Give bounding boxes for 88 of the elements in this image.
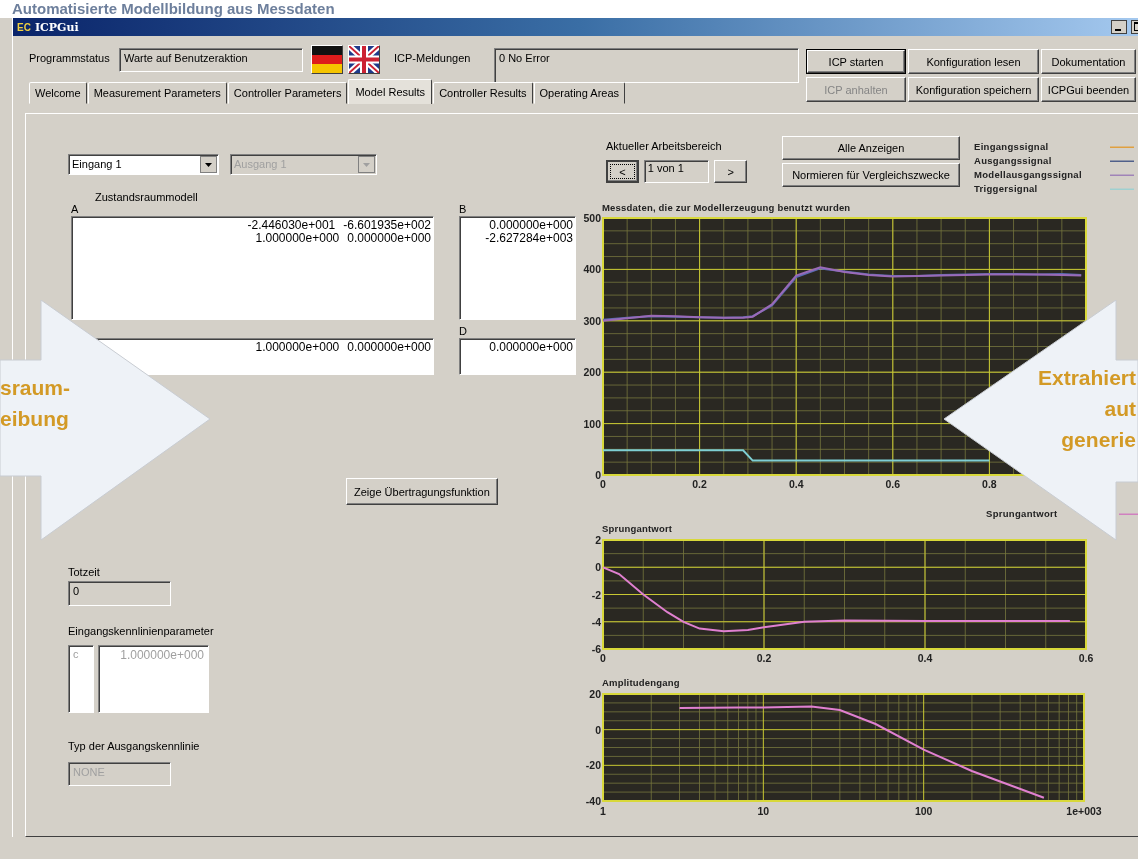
action-button[interactable]: Dokumentation [1041,49,1136,74]
callout-text: Extrahiert aut generie [1037,365,1136,453]
action-button[interactable]: ICPGui beenden [1041,77,1136,102]
dead-time-field: 0 [68,581,171,606]
tab[interactable]: Controller Results [433,82,533,104]
matrix-value: 0.000000e+000 [489,219,573,232]
axis-label: 0.2 [756,652,772,664]
dropdown[interactable]: Eingang 1 [68,154,219,175]
axis-label: 20 [589,688,601,700]
matrix-value: -6.601935e+002 [343,219,431,232]
matrix-label: B [459,203,468,216]
page-heading: Automatisierte Modellbildung aus Messdaten [0,0,1138,18]
axis-label: 400 [583,263,601,276]
axis-label: 2 [595,534,601,546]
axis-label: 0.4 [917,652,933,664]
legend-line [1110,173,1134,177]
legend-line [1110,159,1134,163]
tab[interactable]: Welcome [29,82,87,104]
field-label: Totzeit [68,566,100,578]
action-button[interactable]: Konfiguration speichern [908,77,1039,102]
field-label: Typ der Ausgangskennlinie [68,740,200,752]
axis-label: -4 [591,615,601,628]
axis-label: 0 [600,652,606,664]
chart-title: Sprungantwort [602,523,674,534]
action-button[interactable]: Konfiguration lesen [908,49,1039,74]
section-label: Zustandsraummodell [95,192,199,203]
field-label: Programmstatus [29,52,111,64]
matrix-value: 0.000000e+000 [347,341,431,354]
matrix-value: -2.627284e+003 [485,232,573,245]
matrix-value: 0.000000e+000 [347,232,431,245]
axis-label: -20 [585,759,601,772]
status-field: Warte auf Benutzeraktion [119,48,303,72]
view-button[interactable]: Normieren für Vergleichszwecke [782,163,960,187]
message-field: 0 No Error [494,48,799,83]
axis-label: 0.6 [885,478,901,490]
axis-label: 500 [583,213,601,224]
field-label: ICP-Meldungen [394,52,472,64]
axis-label: -40 [585,795,601,807]
window-title: ICPGui [34,20,79,34]
legend-line [1119,512,1138,516]
legend-line [1110,187,1134,191]
view-button[interactable]: Alle Anzeigen [782,136,960,160]
transfer-function-button[interactable]: Zeige Übertragungsfunktion [346,478,498,505]
field-label: Eingangskennlinienparameter [68,625,214,637]
legend-label: Triggersignal [974,182,1039,196]
flag-icon[interactable] [348,45,380,74]
legend-line [1110,145,1134,149]
minimize-icon[interactable] [1111,20,1127,34]
legend-label: Modellausgangssignal [974,168,1083,182]
axis-label: 200 [583,366,601,379]
field-label: Aktueller Arbeitsbereich [606,140,723,152]
matrix-value: 1.000000e+000 [255,232,340,245]
axis-label: 0.6 [1078,652,1094,664]
axis-label: 300 [583,314,601,327]
matrix-label: D [459,325,468,338]
tab[interactable]: Controller Parameters [227,82,348,104]
legend-label: Ausgangssignal [974,154,1053,168]
axis-label: 0 [600,478,606,490]
axis-label: 0.2 [692,478,707,490]
axis-label: 1e+003 [1066,805,1102,817]
tab[interactable]: Operating Areas [533,82,626,104]
app-logo: EC [17,21,31,33]
axis-label: 0 [595,723,601,736]
matrix-value: 0.000000e+000 [489,341,573,354]
tab[interactable]: Model Results [348,79,433,104]
chart-title: Messdaten, die zur Modellerzeugung benutzt wurden [602,202,852,213]
matrix-value: -2.446030e+001 [247,219,336,232]
matrix-value: 1.000000e+000 [255,341,340,354]
axis-label: -6 [591,643,601,655]
chart-title: Amplitudengang [602,677,681,688]
next-button[interactable]: > [714,160,747,183]
range-field: 1 von 1 [643,160,710,183]
axis-label: 1 [600,805,606,817]
axis-label: 100 [583,417,601,430]
callout-text: sraum- eibung [0,375,71,432]
legend-label: Eingangssignal [974,140,1050,154]
matrix-label: A [71,203,80,216]
axis-label: 100 [914,805,933,817]
action-button[interactable]: ICP starten [806,49,906,74]
axis-label: 10 [757,805,770,817]
axis-label: -2 [591,588,601,601]
axis-label: 0.4 [788,478,804,490]
legend-label: Sprungantwort [986,507,1058,521]
axis-label: 0.8 [982,478,997,490]
tab[interactable]: Measurement Parameters [87,82,227,104]
axis-label: 0 [595,561,601,574]
previous-button[interactable]: < [606,160,639,183]
axis-label: 0 [595,469,601,481]
